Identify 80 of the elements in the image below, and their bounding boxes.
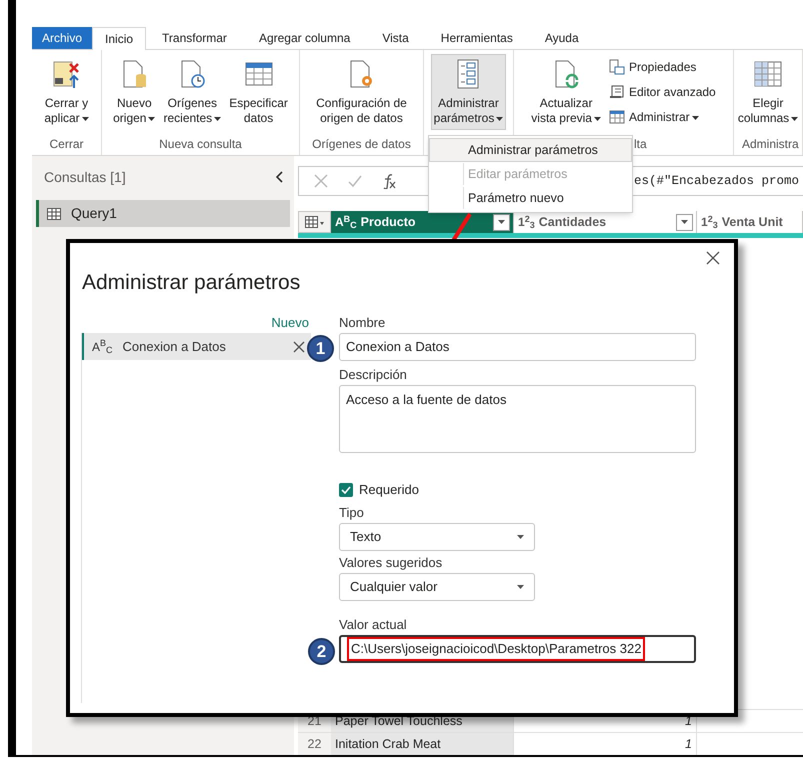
ribbon-button[interactable]: Editor avanzado [606, 81, 719, 103]
ribbon-button[interactable]: Configuración de origen de datos [313, 54, 410, 130]
ribbon-tab[interactable]: Transformar [152, 27, 237, 49]
formula-text: es(#"Encabezados promo [634, 172, 800, 190]
number-badge: 2 [308, 638, 335, 665]
caret-icon [517, 585, 524, 589]
chevron-left-icon [276, 171, 282, 183]
ribbon-tab[interactable]: Herramientas [430, 27, 523, 49]
table-cell: 1 [514, 733, 697, 755]
ribbon-tab[interactable]: Inicio [92, 27, 146, 50]
caret-icon [498, 220, 505, 224]
dropdown[interactable]: Cualquier valor [339, 573, 535, 601]
group-label: Orígenes de datos [312, 136, 411, 153]
ribbon-button[interactable]: Cerrar y aplicar [41, 54, 92, 130]
table-icon [608, 109, 625, 125]
ribbon-tab[interactable]: Agregar columna [248, 27, 360, 49]
caret-icon [214, 116, 222, 121]
check-icon [347, 173, 363, 189]
parameter-name: Conexion a Datos [122, 338, 227, 356]
column-name: Cantidades [538, 214, 608, 231]
dropdown[interactable]: Texto [339, 523, 535, 551]
highlight-box: C:\Users\joseignacioicod\Desktop\Parametros 322 [347, 637, 646, 661]
column-name: Venta Unit [722, 214, 784, 231]
close-button[interactable] [706, 251, 720, 265]
properties-icon [608, 59, 625, 75]
field-label: Tipo [339, 504, 365, 522]
checkbox[interactable] [339, 483, 353, 497]
ribbon-tab[interactable]: Ayuda [534, 27, 589, 49]
table-menu-icon [304, 216, 324, 228]
function-icon [381, 173, 397, 189]
caret-icon [517, 535, 524, 539]
field-label: Descripción [339, 366, 408, 384]
close-icon [293, 340, 305, 352]
ribbon-button[interactable]: Especificar datos [226, 54, 291, 130]
query-item[interactable]: Query1 [36, 200, 290, 227]
ribbon-button[interactable]: Administrar [606, 106, 719, 128]
dialog-title: Administrar parámetros [82, 270, 300, 296]
caret-icon [82, 116, 89, 121]
checkbox-label: Requerido [359, 481, 419, 500]
ribbon-button[interactable]: Actualizar vista previa [528, 54, 604, 130]
parameter-item[interactable]: A$^{B}$$_{C}$ Conexion a Datos [82, 333, 311, 360]
caret-icon [692, 116, 699, 120]
menu-item[interactable]: Parámetro nuevo [429, 186, 632, 210]
cancel-icon [313, 173, 329, 189]
caret-icon [791, 116, 798, 121]
check-icon [341, 486, 351, 494]
new-link[interactable]: Nuevo [271, 313, 311, 333]
close-icon [706, 251, 720, 265]
table-icon [47, 208, 61, 220]
ribbon-button[interactable]: Administrar parámetros [430, 54, 506, 130]
row-number: 22 [298, 733, 331, 755]
text-area[interactable]: Acceso a la fuente de datos [339, 385, 696, 453]
field-label: Valor actual [339, 616, 408, 634]
ribbon-button[interactable]: Orígenes recientes [160, 54, 224, 130]
ribbon-button[interactable]: Elegir columnas [734, 54, 802, 130]
table-cell: Initation Crab Meat [331, 733, 514, 755]
ribbon-button[interactable]: Nuevo origen [110, 54, 158, 130]
caret-icon [681, 220, 688, 224]
filter-dropdown-button[interactable] [493, 214, 510, 230]
table-menu-button[interactable] [298, 211, 331, 233]
ribbon-tab[interactable]: Vista [372, 27, 419, 49]
caret-icon [496, 116, 504, 121]
field-label: Nombre [339, 314, 386, 332]
remove-button[interactable] [293, 340, 305, 352]
caret-icon [148, 116, 156, 121]
pane-title: Consultas [1] [44, 168, 126, 187]
caret-icon [594, 116, 601, 121]
ribbon-tab[interactable]: Archivo [32, 27, 92, 49]
column-name: Producto [360, 214, 417, 231]
ribbon-button[interactable]: Propiedades [606, 56, 719, 78]
column-header[interactable]: A$^{B}$$_{C}$ Producto [331, 211, 514, 233]
group-label: Cerrar [49, 136, 84, 153]
field-label: Valores sugeridos [339, 554, 444, 572]
menu-item[interactable]: Administrar parámetros [429, 138, 632, 162]
scroll-document-icon [608, 84, 625, 100]
filter-dropdown-button[interactable] [676, 214, 693, 230]
group-label: lta [634, 136, 647, 153]
group-label: Nueva consulta [159, 136, 242, 153]
number-badge: 1 [307, 335, 334, 362]
group-label: Administra [742, 136, 799, 153]
